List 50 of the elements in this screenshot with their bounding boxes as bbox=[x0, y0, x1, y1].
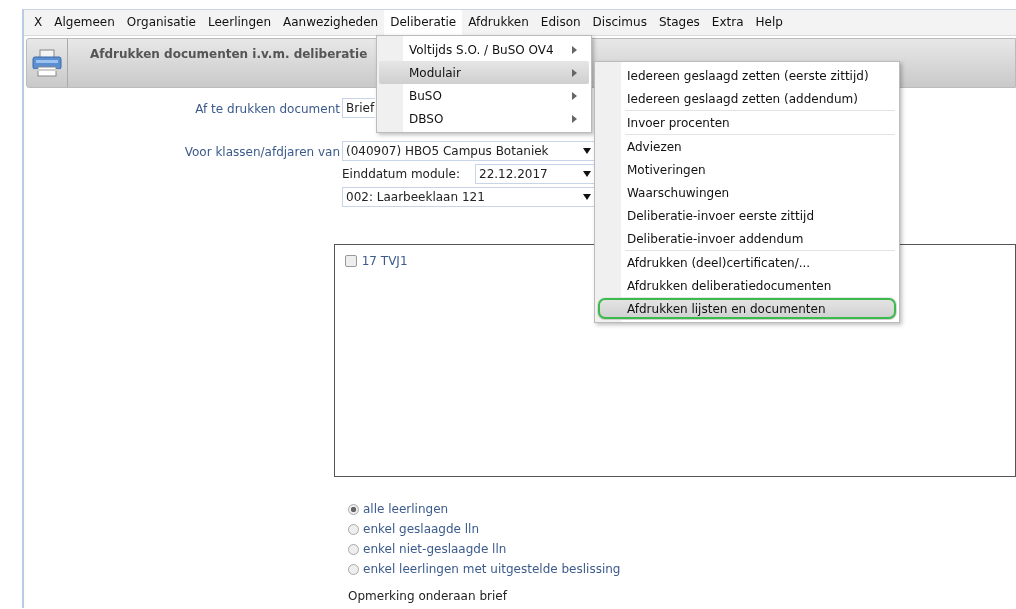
radio-label: enkel niet-geslaagde lln bbox=[363, 542, 507, 556]
dropdown-arrow-icon bbox=[583, 148, 591, 154]
menu-item[interactable]: DBSO bbox=[379, 107, 589, 130]
radio-button[interactable] bbox=[348, 523, 359, 535]
menu-item[interactable]: Aanwezigheden bbox=[277, 10, 385, 35]
select-field[interactable]: 22.12.2017 bbox=[475, 164, 595, 184]
menu-item[interactable]: Leerlingen bbox=[201, 10, 277, 35]
menu-item[interactable]: Discimus bbox=[586, 10, 653, 35]
dropdown-arrow-icon bbox=[583, 194, 591, 200]
menu-item[interactable]: Voltijds S.O. / BuSO OV4 bbox=[379, 38, 589, 61]
menu-item[interactable]: Algemeen bbox=[48, 10, 121, 35]
radio-button[interactable] bbox=[348, 543, 359, 555]
printer-icon bbox=[32, 49, 62, 77]
menu-item[interactable]: Organisatie bbox=[120, 10, 202, 35]
menu-item[interactable]: Stages bbox=[652, 10, 706, 35]
field-label: Voor klassen/afdjaren van bbox=[183, 144, 341, 161]
menu-item[interactable]: Adviezen bbox=[597, 135, 897, 158]
radio-label: alle leerlingen bbox=[363, 502, 449, 516]
menu-item[interactable]: Afdrukken bbox=[462, 10, 535, 35]
menu-item[interactable]: Afdrukken deliberatiedocumenten bbox=[597, 274, 897, 297]
menu-item[interactable]: Deliberatie bbox=[384, 10, 463, 35]
menu-item[interactable]: Deliberatie-invoer eerste zittijd bbox=[597, 204, 897, 227]
page-title: Afdrukken documenten i.v.m. deliberatie bbox=[89, 46, 368, 63]
menu-item[interactable]: Waarschuwingen bbox=[597, 181, 897, 204]
radio-button[interactable] bbox=[348, 503, 359, 515]
menu-item[interactable]: Modulair bbox=[379, 61, 589, 84]
menu-item[interactable]: Afdrukken (deel)certificaten/... bbox=[597, 251, 897, 274]
radio-label: enkel leerlingen met uitgestelde beslissing bbox=[363, 562, 621, 576]
menu-item[interactable]: Invoer procenten bbox=[597, 111, 897, 134]
menu-item[interactable]: Iedereen geslaagd zetten (addendum) bbox=[597, 87, 897, 110]
checkbox-label: 17 TVJ1 bbox=[361, 254, 408, 268]
select-field[interactable]: Brief bbox=[342, 98, 376, 118]
menu-item[interactable]: X bbox=[28, 10, 49, 35]
radio-button[interactable] bbox=[348, 563, 359, 575]
menu-item[interactable]: BuSO bbox=[379, 84, 589, 107]
menu-item[interactable]: Deliberatie-invoer addendum bbox=[597, 227, 897, 250]
select-field[interactable]: 002: Laarbeeklaan 121 bbox=[342, 187, 595, 207]
radio-label: enkel geslaagde lln bbox=[363, 522, 480, 536]
menu-item[interactable]: Edison bbox=[534, 10, 587, 35]
select-field[interactable]: (040907) HBO5 Campus Botaniek bbox=[342, 141, 595, 161]
field-label: Opmerking onderaan brief bbox=[348, 589, 509, 603]
menu-item[interactable]: Extra bbox=[705, 10, 750, 35]
menu-item[interactable]: Afdrukken lijsten en documenten bbox=[597, 297, 897, 320]
dropdown-arrow-icon bbox=[583, 171, 591, 177]
menu-item[interactable]: Iedereen geslaagd zetten (eerste zittijd) bbox=[597, 64, 897, 87]
menu-item[interactable]: Help bbox=[749, 10, 789, 35]
field-label: Af te drukken document bbox=[194, 101, 341, 118]
menu-item[interactable]: Motiveringen bbox=[597, 158, 897, 181]
field-label: Einddatum module: bbox=[342, 167, 460, 181]
checkbox[interactable] bbox=[344, 255, 357, 267]
